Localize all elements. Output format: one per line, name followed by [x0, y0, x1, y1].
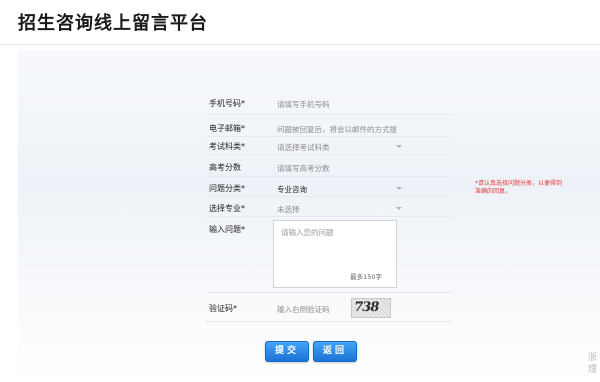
phone-row: 手机号码* 请填写手机号码 [205, 92, 452, 115]
page-title: 招生咨询线上留言平台 [18, 13, 208, 34]
question-placeholder: 请输入您的问题 [281, 228, 334, 237]
captcha-image[interactable]: 738 [351, 298, 391, 318]
score-input[interactable]: 请填写高考分数 [277, 163, 330, 174]
captcha-row: 验证码* 输入右侧验证码 [205, 293, 452, 322]
email-input[interactable]: 问题被回复后，将会以邮件的方式提 [277, 124, 397, 135]
subject-row[interactable]: 考试科类* 请选择考试科类 [205, 137, 452, 155]
corner-text: 浙理 [588, 353, 598, 375]
char-counter: 最多150字 [350, 273, 382, 281]
email-label: 电子邮箱* [209, 124, 245, 133]
category-note: *请认真选择问题分类，以便得到准确的回复。 [475, 180, 563, 195]
category-row[interactable]: 问题分类* 专业咨询 [205, 178, 452, 197]
score-row: 高考分数 请填写高考分数 [205, 156, 452, 177]
major-row[interactable]: 选择专业* 未选择 [205, 198, 452, 217]
category-label: 问题分类* [209, 184, 245, 193]
score-label: 高考分数 [209, 163, 241, 172]
category-select[interactable]: 专业咨询 [277, 184, 307, 195]
subject-label: 考试科类* [209, 142, 245, 151]
major-label: 选择专业* [209, 204, 245, 213]
subject-select[interactable]: 请选择考试科类 [277, 142, 330, 153]
captcha-text: 738 [352, 300, 380, 315]
question-textarea[interactable]: 请输入您的问题 最多150字 [273, 220, 397, 288]
major-select[interactable]: 未选择 [277, 204, 300, 215]
chevron-down-icon[interactable] [396, 207, 402, 210]
chevron-down-icon[interactable] [396, 145, 402, 148]
title-bar: 招生咨询线上留言平台 [0, 0, 600, 45]
question-label: 输入问题* [209, 225, 245, 234]
captcha-input[interactable]: 输入右侧验证码 [277, 304, 330, 315]
phone-input[interactable]: 请填写手机号码 [277, 99, 330, 110]
submit-button[interactable]: 提交 [265, 341, 309, 362]
phone-label: 手机号码* [209, 99, 245, 108]
chevron-down-icon[interactable] [396, 187, 402, 190]
back-button[interactable]: 返回 [313, 341, 357, 362]
captcha-label: 验证码* [209, 304, 237, 313]
email-row: 电子邮箱* 问题被回复后，将会以邮件的方式提 [205, 118, 452, 137]
